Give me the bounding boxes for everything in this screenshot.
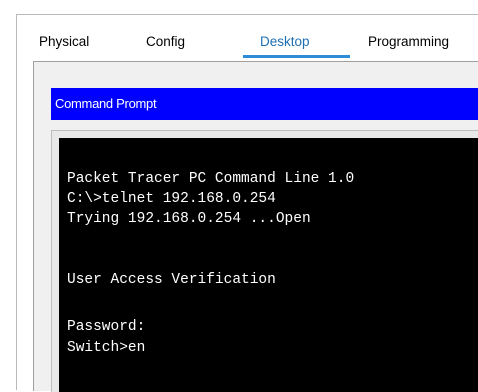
terminal-line: User Access Verification: [67, 272, 276, 288]
terminal-line: Switch>en: [67, 340, 146, 356]
window-title: Command Prompt: [55, 96, 157, 111]
command-prompt-title-bar: Command Prompt: [51, 88, 478, 120]
pc-config-window: Physical Config Desktop Programming Comm…: [16, 14, 478, 392]
tab-physical[interactable]: Physical: [39, 34, 89, 49]
terminal-line: Trying 192.168.0.254 ...Open: [67, 211, 311, 227]
terminal-line: Packet Tracer PC Command Line 1.0: [67, 171, 355, 187]
terminal-output[interactable]: Packet Tracer PC Command Line 1.0 C:\>te…: [59, 138, 478, 392]
tab-programming[interactable]: Programming: [368, 34, 449, 49]
terminal-line: Password:: [67, 319, 146, 335]
desktop-panel: Command Prompt Packet Tracer PC Command …: [33, 61, 478, 392]
terminal-line: C:\>telnet 192.168.0.254: [67, 191, 276, 207]
tab-desktop[interactable]: Desktop: [260, 34, 310, 49]
tab-config[interactable]: Config: [146, 34, 185, 49]
terminal-frame: Packet Tracer PC Command Line 1.0 C:\>te…: [51, 130, 478, 392]
tab-bar: Physical Config Desktop Programming: [17, 15, 478, 61]
active-tab-indicator: [243, 55, 350, 58]
